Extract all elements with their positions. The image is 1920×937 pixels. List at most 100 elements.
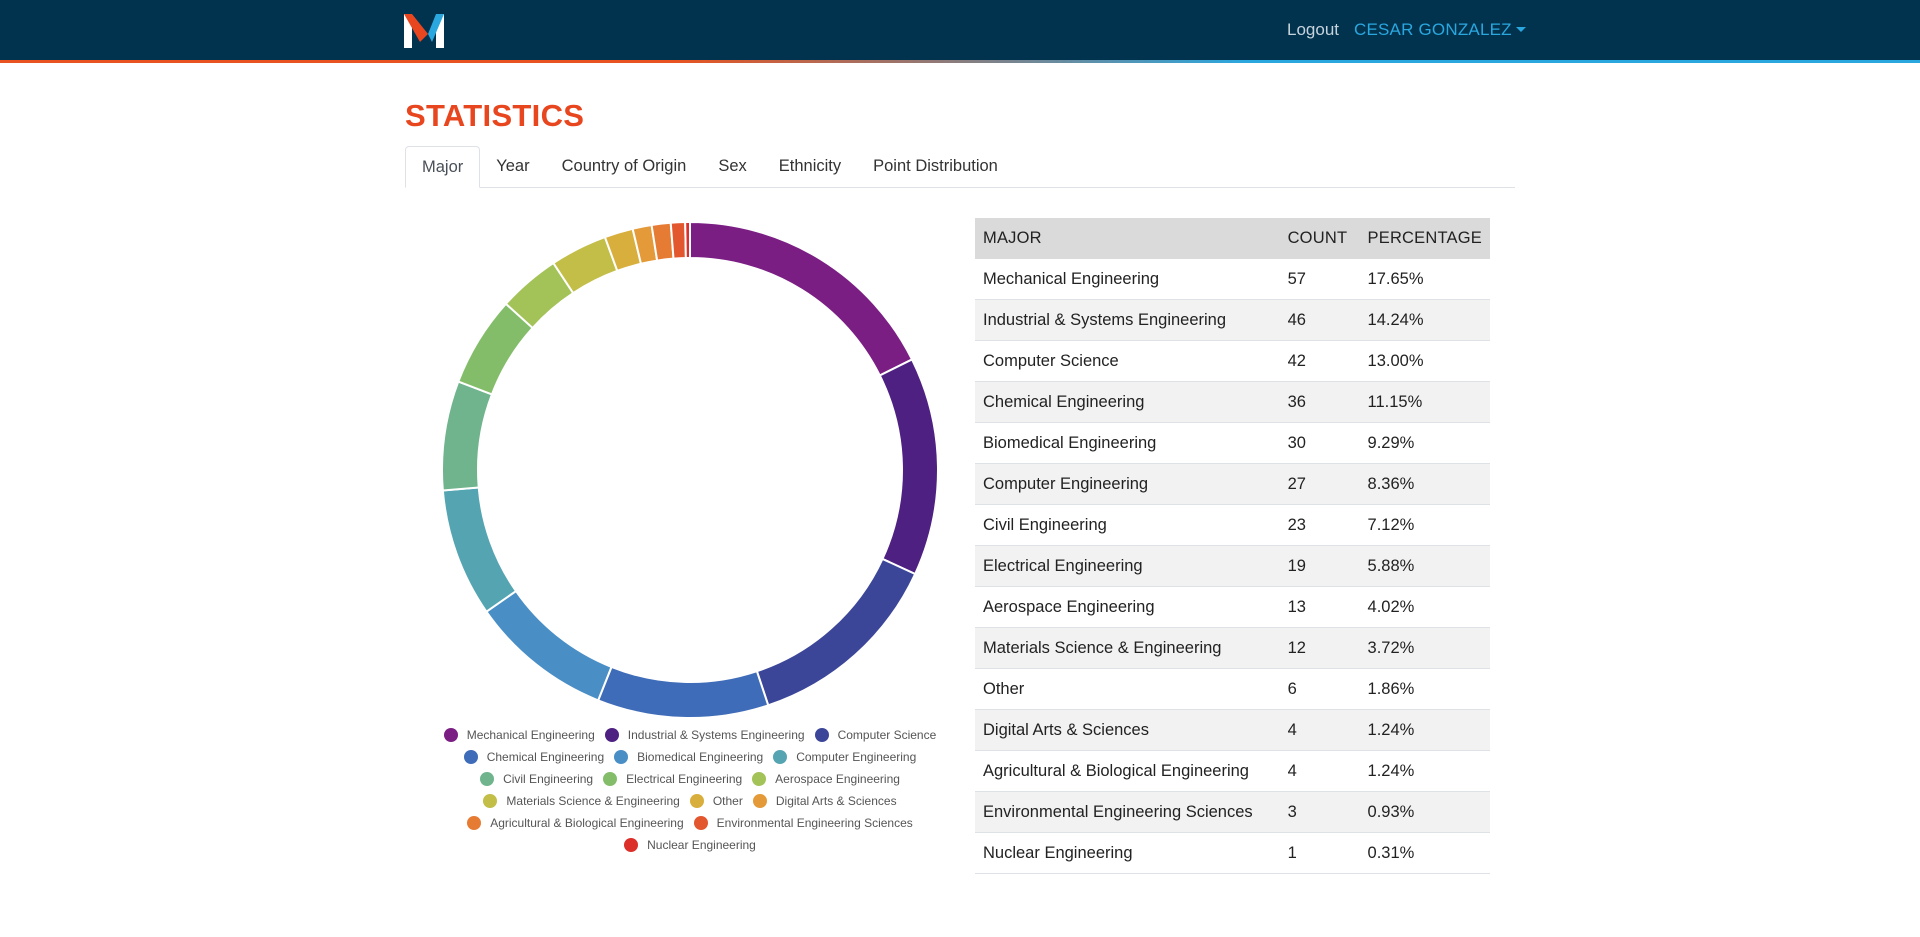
legend-swatch [463, 750, 478, 764]
legend-item[interactable]: Chemical Engineering [463, 750, 604, 764]
legend-item[interactable]: Environmental Engineering Sciences [693, 816, 913, 830]
legend-item[interactable]: Nuclear Engineering [624, 838, 756, 852]
legend-label: Mechanical Engineering [466, 728, 595, 742]
legend-label: Electrical Engineering [626, 772, 743, 786]
cell-major: Computer Science [975, 340, 1280, 382]
table-row: Computer Science 42 13.00% [975, 340, 1490, 382]
header-percentage: PERCENTAGE [1359, 218, 1490, 259]
legend-swatch [773, 750, 788, 764]
cell-count: 30 [1279, 422, 1360, 464]
table-row: Electrical Engineering 19 5.88% [975, 545, 1490, 587]
legend-swatch [467, 816, 482, 830]
legend-label: Materials Science & Engineering [506, 794, 680, 808]
cell-count: 3 [1279, 791, 1360, 833]
cell-percentage: 1.24% [1359, 750, 1490, 792]
table-body: Mechanical Engineering 57 17.65% Industrial… [975, 259, 1490, 874]
cell-count: 13 [1279, 586, 1360, 628]
user-menu-dropdown[interactable]: CESAR GONZALEZ [1354, 20, 1526, 40]
cell-major: Electrical Engineering [975, 545, 1280, 587]
legend-swatch [814, 728, 829, 742]
legend-item[interactable]: Computer Science [814, 728, 936, 742]
legend-item[interactable]: Agricultural & Biological Engineering [467, 816, 684, 830]
table-header-row: MAJOR COUNT PERCENTAGE [975, 218, 1490, 259]
header-major: MAJOR [975, 218, 1280, 259]
table-row: Aerospace Engineering 13 4.02% [975, 586, 1490, 628]
cell-percentage: 7.12% [1359, 504, 1490, 546]
table-row: Other 6 1.86% [975, 668, 1490, 710]
cell-percentage: 17.65% [1359, 259, 1490, 300]
legend-label: Agricultural & Biological Engineering [490, 816, 684, 830]
legend-item[interactable]: Civil Engineering [480, 772, 593, 786]
legend-item[interactable]: Digital Arts & Sciences [752, 794, 897, 808]
legend-item[interactable]: Mechanical Engineering [443, 728, 595, 742]
app-logo-icon[interactable] [404, 12, 444, 48]
cell-percentage: 3.72% [1359, 627, 1490, 669]
cell-major: Agricultural & Biological Engineering [975, 750, 1280, 792]
cell-major: Biomedical Engineering [975, 422, 1280, 464]
legend-item[interactable]: Industrial & Systems Engineering [604, 728, 805, 742]
cell-percentage: 5.88% [1359, 545, 1490, 587]
stats-tabs: Major Year Country of Origin Sex Ethnici… [405, 146, 1515, 188]
header-count: COUNT [1279, 218, 1360, 259]
table-row: Digital Arts & Sciences 4 1.24% [975, 709, 1490, 751]
cell-major: Aerospace Engineering [975, 586, 1280, 628]
legend-item[interactable]: Electrical Engineering [603, 772, 742, 786]
legend-label: Other [712, 794, 743, 808]
donut-slice[interactable] [755, 557, 917, 707]
donut-slice[interactable] [684, 220, 691, 260]
tab-ethnicity[interactable]: Ethnicity [763, 146, 857, 186]
legend-swatch [624, 838, 639, 852]
tab-year[interactable]: Year [480, 146, 545, 186]
cell-percentage: 0.93% [1359, 791, 1490, 833]
table-row: Biomedical Engineering 30 9.29% [975, 422, 1490, 464]
donut-slice[interactable] [878, 358, 939, 576]
legend-item[interactable]: Computer Engineering [773, 750, 916, 764]
cell-percentage: 1.24% [1359, 709, 1490, 751]
tab-country-of-origin[interactable]: Country of Origin [546, 146, 703, 186]
legend-swatch [480, 772, 495, 786]
table-row: Civil Engineering 23 7.12% [975, 504, 1490, 546]
major-stats-table: MAJOR COUNT PERCENTAGE Mechanical Engine… [975, 218, 1490, 874]
legend-swatch [614, 750, 629, 764]
logout-link[interactable]: Logout [1287, 20, 1339, 40]
cell-major: Civil Engineering [975, 504, 1280, 546]
donut-slice[interactable] [441, 486, 518, 614]
legend-row: Chemical Engineering Biomedical Engineeri… [420, 746, 960, 768]
legend-label: Biomedical Engineering [637, 750, 764, 764]
legend-swatch [483, 794, 498, 808]
donut-chart-svg [441, 220, 939, 719]
donut-slice[interactable] [485, 589, 613, 702]
cell-count: 19 [1279, 545, 1360, 587]
page-title: STATISTICS [405, 98, 585, 133]
cell-percentage: 1.86% [1359, 668, 1490, 710]
chart-legend: Mechanical Engineering Industrial & Syste… [420, 724, 960, 856]
caret-down-icon [1515, 27, 1526, 32]
donut-slice[interactable] [596, 665, 770, 719]
user-name: CESAR GONZALEZ [1354, 20, 1512, 39]
tab-major[interactable]: Major [405, 146, 481, 188]
donut-slice[interactable] [441, 380, 494, 492]
donut-slice[interactable] [689, 220, 914, 377]
tab-point-distribution[interactable]: Point Distribution [857, 146, 1014, 186]
table-row: Agricultural & Biological Engineering 4 1.… [975, 750, 1490, 792]
legend-item[interactable]: Aerospace Engineering [752, 772, 900, 786]
cell-count: 4 [1279, 750, 1360, 792]
cell-major: Digital Arts & Sciences [975, 709, 1280, 751]
table-row: Computer Engineering 27 8.36% [975, 463, 1490, 505]
cell-count: 57 [1279, 259, 1360, 300]
cell-percentage: 13.00% [1359, 340, 1490, 382]
legend-item[interactable]: Other [689, 794, 743, 808]
navbar-accent-stripe [0, 60, 1920, 63]
legend-swatch [689, 794, 704, 808]
legend-item[interactable]: Biomedical Engineering [614, 750, 763, 764]
cell-major: Chemical Engineering [975, 381, 1280, 423]
legend-item[interactable]: Materials Science & Engineering [483, 794, 680, 808]
cell-major: Mechanical Engineering [975, 259, 1280, 300]
legend-label: Industrial & Systems Engineering [627, 728, 805, 742]
donut-slice[interactable] [669, 221, 687, 260]
cell-percentage: 4.02% [1359, 586, 1490, 628]
table-row: Industrial & Systems Engineering 46 14.24% [975, 299, 1490, 341]
legend-swatch [752, 794, 767, 808]
cell-major: Nuclear Engineering [975, 832, 1280, 874]
tab-sex[interactable]: Sex [702, 146, 762, 186]
